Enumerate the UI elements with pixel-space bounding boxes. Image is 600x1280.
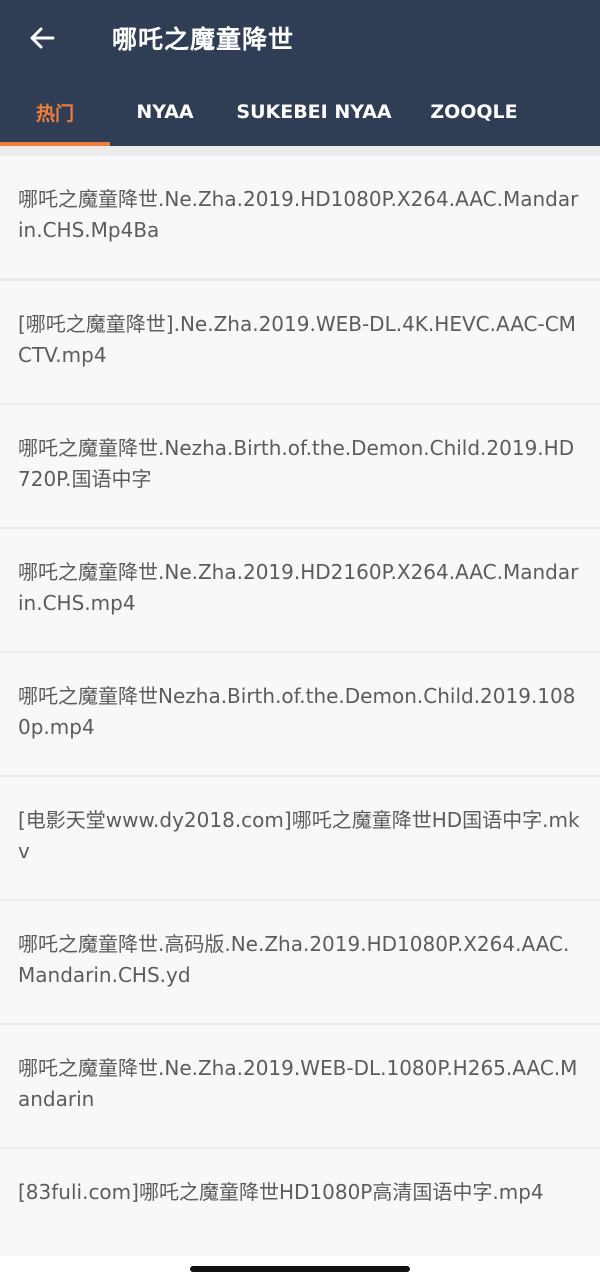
tab-label: NYAA (136, 101, 194, 123)
result-title: 哪吒之魔童降世.Ne.Zha.2019.HD1080P.X264.AAC.Man… (18, 187, 579, 242)
result-title: [哪吒之魔童降世].Ne.Zha.2019.WEB-DL.4K.HEVC.AAC… (18, 312, 576, 367)
tab-zooqle[interactable]: ZOOQLE (415, 78, 533, 146)
list-item[interactable]: 哪吒之魔童降世.Nezha.Birth.of.the.Demon.Child.2… (0, 405, 600, 527)
result-title: 哪吒之魔童降世.Ne.Zha.2019.HD2160P.X264.AAC.Man… (18, 560, 579, 615)
result-title: 哪吒之魔童降世.Ne.Zha.2019.WEB-DL.1080P.H265.AA… (18, 1056, 578, 1111)
home-indicator[interactable] (190, 1266, 410, 1272)
tab-hot[interactable]: 热门 (0, 78, 110, 146)
arrow-left-icon (30, 27, 55, 49)
toolbar: 哪吒之魔童降世 (0, 0, 600, 78)
result-title: 哪吒之魔童降世Nezha.Birth.of.the.Demon.Child.20… (18, 684, 576, 739)
result-title: [电影天堂www.dy2018.com]哪吒之魔童降世HD国语中字.mkv (18, 808, 580, 863)
source-tabs: 热门 NYAA SUKEBEI NYAA ZOOQLE (0, 78, 600, 146)
app-header: 哪吒之魔童降世 热门 NYAA SUKEBEI NYAA ZOOQLE (0, 0, 600, 146)
list-item[interactable]: 哪吒之魔童降世Nezha.Birth.of.the.Demon.Child.20… (0, 653, 600, 775)
tab-label: SUKEBEI NYAA (236, 101, 392, 123)
tab-nyaa[interactable]: NYAA (110, 78, 220, 146)
page-title: 哪吒之魔童降世 (112, 25, 295, 54)
tab-label: 热门 (35, 102, 74, 125)
result-title: 哪吒之魔童降世.Nezha.Birth.of.the.Demon.Child.2… (18, 436, 575, 491)
result-title: [83fuli.com]哪吒之魔童降世HD1080P高清国语中字.mp4 (18, 1180, 544, 1204)
list-item[interactable]: 哪吒之魔童降世.高码版.Ne.Zha.2019.HD1080P.X264.AAC… (0, 901, 600, 1023)
result-title: 哪吒之魔童降世.高码版.Ne.Zha.2019.HD1080P.X264.AAC… (18, 932, 570, 987)
list-item[interactable]: [电影天堂www.dy2018.com]哪吒之魔童降世HD国语中字.mkv (0, 777, 600, 899)
search-results-list[interactable]: 哪吒之魔童降世.Ne.Zha.2019.HD1080P.X264.AAC.Man… (0, 146, 600, 1256)
list-item[interactable]: 哪吒之魔童降世.Ne.Zha.2019.WEB-DL.1080P.H265.AA… (0, 1025, 600, 1147)
list-item[interactable]: [83fuli.com]哪吒之魔童降世HD1080P高清国语中字.mp4 (0, 1149, 600, 1256)
back-button[interactable] (18, 16, 66, 60)
list-item[interactable]: 哪吒之魔童降世.Ne.Zha.2019.HD2160P.X264.AAC.Man… (0, 529, 600, 651)
tab-sukebei-nyaa[interactable]: SUKEBEI NYAA (228, 78, 400, 146)
list-item[interactable]: [哪吒之魔童降世].Ne.Zha.2019.WEB-DL.4K.HEVC.AAC… (0, 281, 600, 403)
list-item[interactable]: 哪吒之魔童降世.Ne.Zha.2019.HD1080P.X264.AAC.Man… (0, 156, 600, 278)
app-screen: 哪吒之魔童降世 热门 NYAA SUKEBEI NYAA ZOOQLE 哪吒之魔… (0, 0, 600, 1280)
tab-label: ZOOQLE (430, 101, 518, 123)
